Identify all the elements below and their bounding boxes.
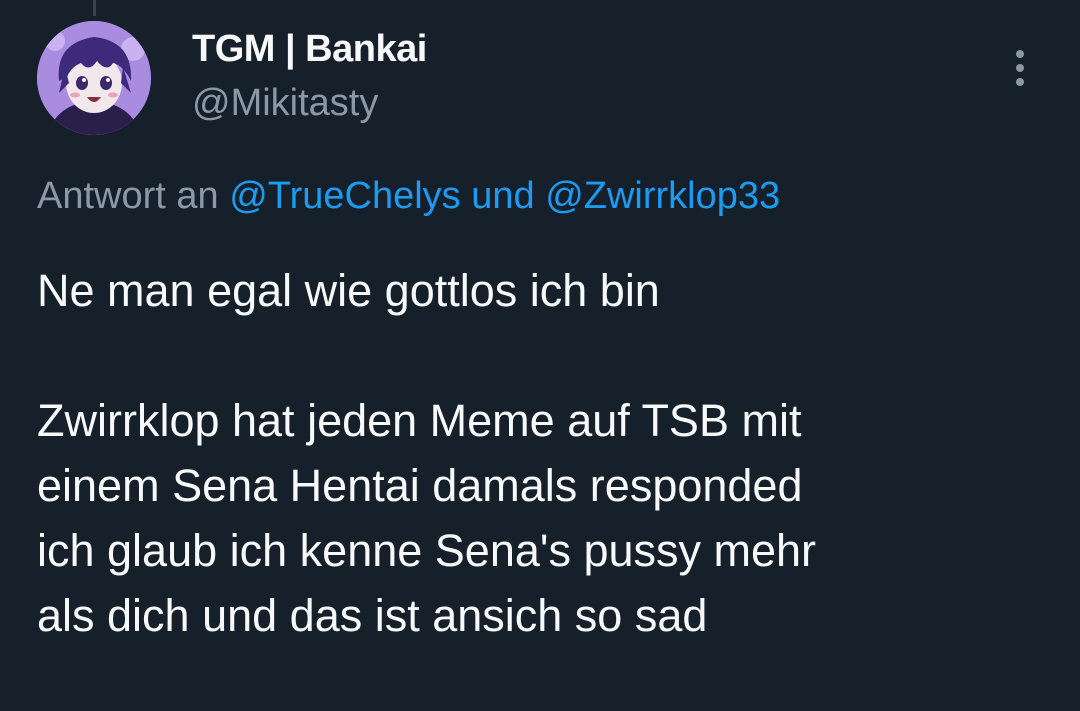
reply-conjunction: und: [471, 175, 535, 217]
reply-context: Antwort an @TrueChelys und @Zwirrklop33: [37, 175, 780, 218]
reply-prefix: Antwort an: [37, 175, 219, 217]
mention-link-truechelys[interactable]: @TrueChelys: [229, 175, 460, 217]
author-handle[interactable]: @Mikitasty: [192, 82, 378, 125]
tweet-text-line: als dich und das ist ansich so sad: [37, 590, 708, 641]
tweet-text-line: Ne man egal wie gottlos ich bin: [37, 265, 660, 316]
tweet-text-line: ich glaub ich kenne Sena's pussy mehr: [37, 525, 817, 576]
avatar-image: [37, 21, 151, 135]
more-options-button[interactable]: [1000, 44, 1040, 92]
more-options-icon-dot: [1016, 78, 1024, 86]
avatar[interactable]: [37, 21, 151, 135]
mention-link-zwirrklop33[interactable]: @Zwirrklop33: [545, 175, 780, 217]
more-options-icon: [1016, 50, 1024, 58]
more-options-icon-dot: [1016, 64, 1024, 72]
tweet-text: Ne man egal wie gottlos ich bin Zwirrklo…: [37, 258, 1047, 648]
tweet-text-line: Zwirrklop hat jeden Meme auf TSB mit: [37, 395, 802, 446]
tweet-text-line: einem Sena Hentai damals responded: [37, 460, 803, 511]
thread-connector-line: [93, 0, 96, 16]
paragraph-break: [37, 323, 1047, 388]
author-display-name[interactable]: TGM | Bankai: [192, 28, 427, 71]
